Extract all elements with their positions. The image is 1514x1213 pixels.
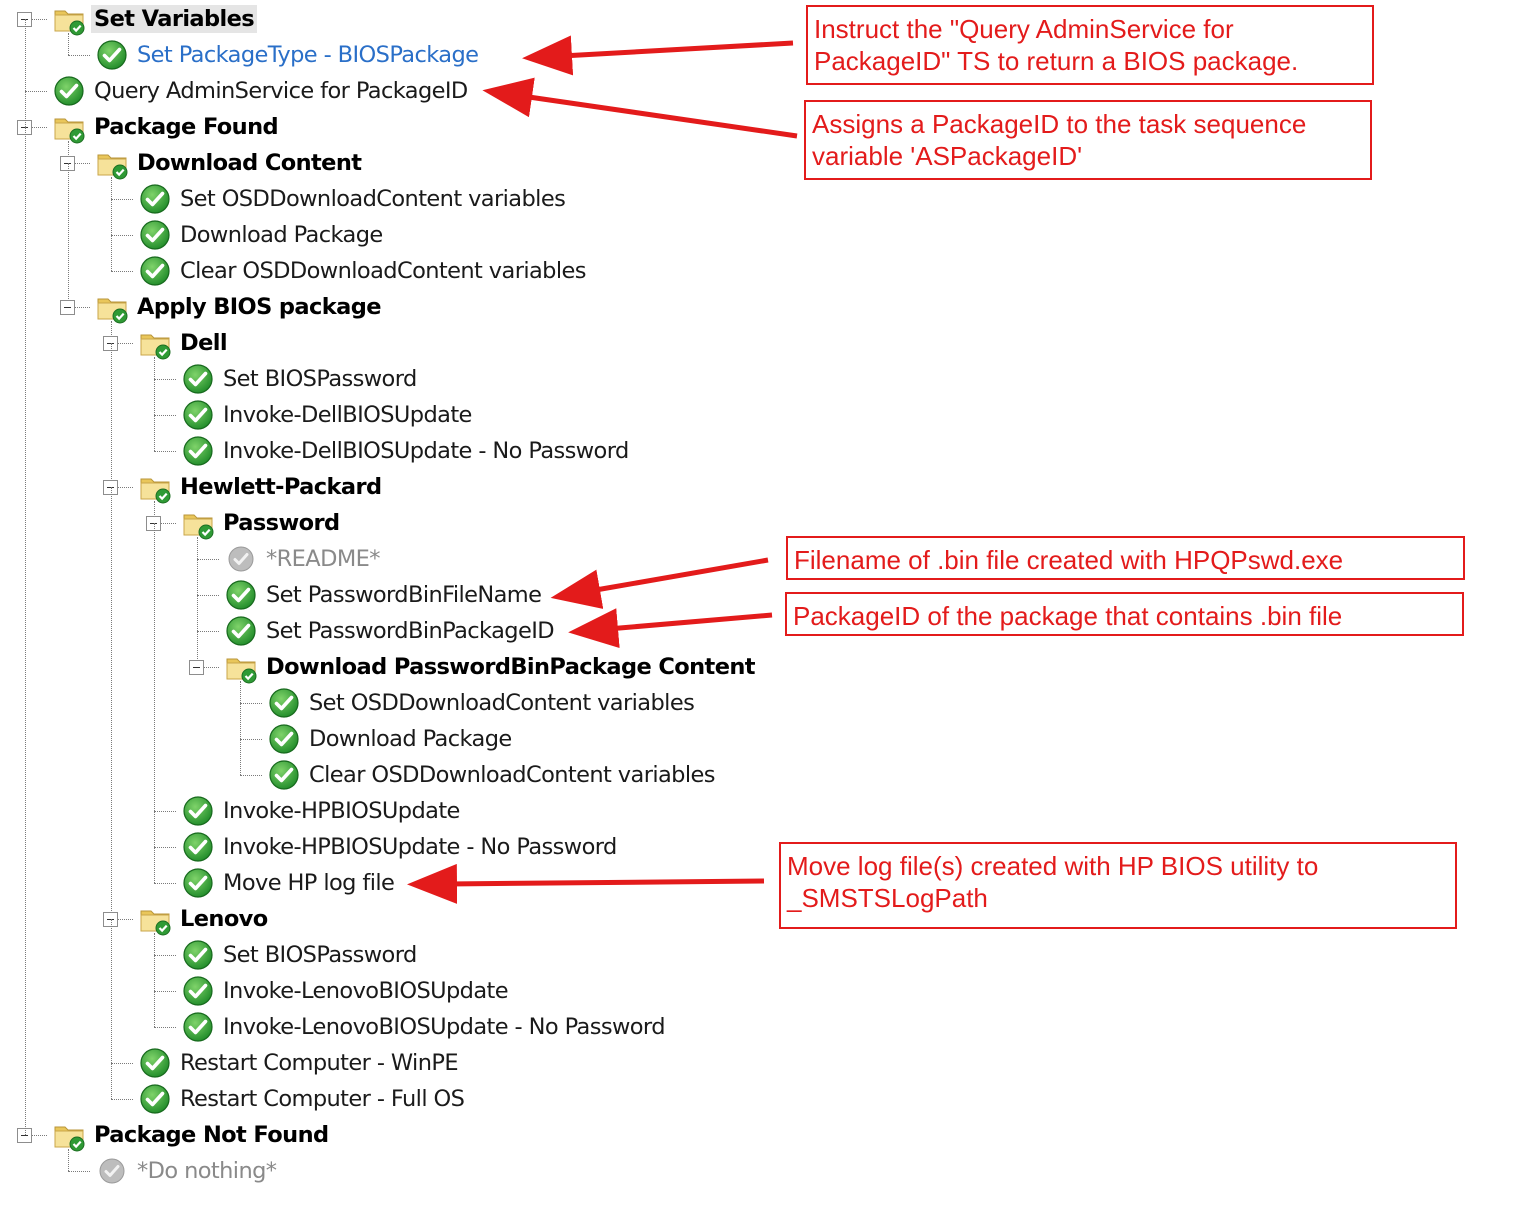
- annotation-callout: Move log file(s) created with HP BIOS ut…: [779, 842, 1457, 929]
- annotation-arrow: [522, 35, 794, 76]
- annotation-arrow: [407, 863, 765, 904]
- annotation-callout: Filename of .bin file created with HPQPs…: [786, 536, 1465, 580]
- annotation-callout: Assigns a PackageID to the task sequence…: [804, 100, 1372, 180]
- annotation-arrow: [568, 608, 773, 649]
- annotation-arrow: [550, 557, 769, 609]
- annotation-callout: Instruct the "Query AdminService for Pac…: [806, 5, 1374, 85]
- annotation-arrow: [482, 77, 798, 139]
- annotation-callout: PackageID of the package that contains .…: [785, 592, 1464, 636]
